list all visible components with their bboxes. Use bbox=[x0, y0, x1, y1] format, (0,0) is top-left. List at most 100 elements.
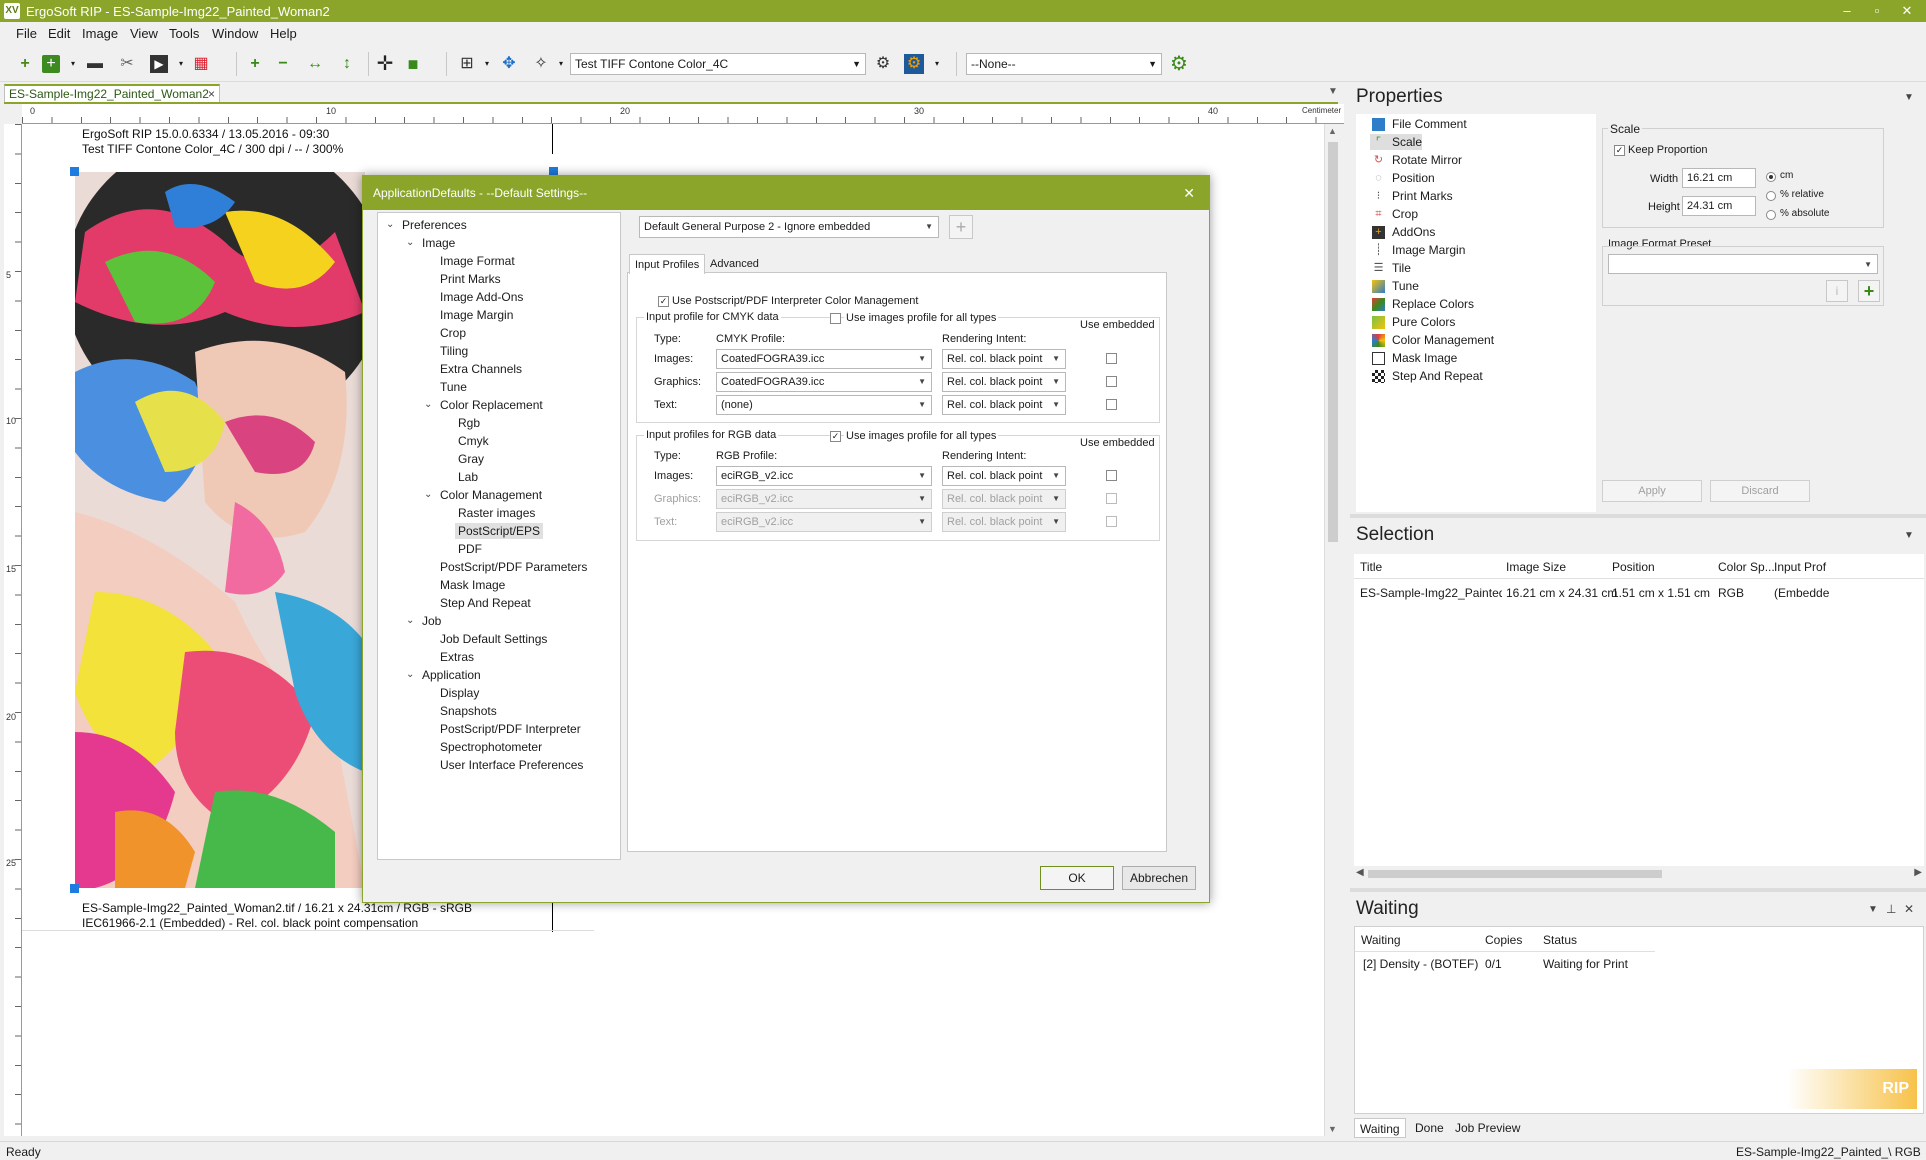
canvas-vertical-scrollbar[interactable]: ▲ ▼ bbox=[1324, 124, 1341, 1136]
minimize-button[interactable]: – bbox=[1834, 2, 1860, 20]
unit-relative-radio[interactable] bbox=[1766, 191, 1776, 201]
nesting-dropdown-icon[interactable]: ▾ bbox=[476, 53, 498, 75]
send-to-print-icon[interactable]: ▶ bbox=[150, 55, 168, 73]
tree-item-image-format[interactable]: Image Format bbox=[440, 253, 515, 269]
tree-item-postscript-eps[interactable]: PostScript/EPS bbox=[455, 523, 544, 539]
prop-crop[interactable]: ⌗ Crop bbox=[1370, 206, 1418, 222]
tree-item-job-default-settings[interactable]: Job Default Settings bbox=[440, 631, 547, 647]
tree-item-lab[interactable]: Lab bbox=[458, 469, 478, 485]
prop-file-comment[interactable]: File Comment bbox=[1370, 116, 1467, 132]
print-environment-select[interactable]: Test TIFF Contone Color_4C ▼ bbox=[570, 53, 866, 75]
maximize-button[interactable]: ▫ bbox=[1864, 2, 1890, 20]
prop-replace-colors[interactable]: Replace Colors bbox=[1370, 296, 1474, 312]
color-preset-select[interactable]: Default General Purpose 2 - Ignore embed… bbox=[639, 216, 939, 238]
prop-image-margin[interactable]: ┊ Image Margin bbox=[1370, 242, 1465, 258]
chevron-down-icon[interactable]: ▼ bbox=[1868, 904, 1878, 915]
prop-mask-image[interactable]: Mask Image bbox=[1370, 350, 1457, 366]
tree-item-crop[interactable]: Crop bbox=[440, 325, 466, 341]
app-logo-icon[interactable]: XV bbox=[4, 3, 20, 19]
tab-list-dropdown-icon[interactable]: ▼ bbox=[1328, 86, 1338, 97]
cmyk-images-embedded-checkbox[interactable] bbox=[1106, 353, 1117, 364]
prop-print-marks[interactable]: ⁝ Print Marks bbox=[1370, 188, 1453, 204]
puzzle-icon[interactable]: ✥ bbox=[498, 53, 520, 75]
tree-item-application[interactable]: ⌄ Application bbox=[406, 667, 481, 683]
scroll-down-icon[interactable]: ▼ bbox=[1328, 1124, 1337, 1134]
tree-item-postscript-pdf-interpreter[interactable]: PostScript/PDF Interpreter bbox=[440, 721, 581, 737]
rgb-graphics-intent-select[interactable]: Rel. col. black point ▼ bbox=[942, 489, 1066, 509]
scroll-right-icon[interactable]: ▶ bbox=[1914, 867, 1922, 878]
tree-item-extras[interactable]: Extras bbox=[440, 649, 474, 665]
wand-dropdown-icon[interactable]: ▾ bbox=[550, 53, 572, 75]
prop-rotate-mirror[interactable]: ↻ Rotate Mirror bbox=[1370, 152, 1462, 168]
dialog-close-button[interactable]: ✕ bbox=[1183, 176, 1195, 210]
prop-scale[interactable]: ⌜ Scale bbox=[1370, 134, 1423, 150]
config-dropdown-icon[interactable]: ▾ bbox=[926, 53, 948, 75]
tree-item-step-and-repeat[interactable]: Step And Repeat bbox=[440, 595, 531, 611]
arrange-icon[interactable]: ■ bbox=[402, 53, 424, 75]
prop-tile[interactable]: ☰ Tile bbox=[1370, 260, 1411, 276]
tree-item-mask-image[interactable]: Mask Image bbox=[440, 577, 505, 593]
cmyk-text-embedded-checkbox[interactable] bbox=[1106, 399, 1117, 410]
selection-horizontal-scrollbar[interactable]: ◀ ▶ bbox=[1354, 866, 1924, 882]
layout-icon[interactable]: ▦ bbox=[190, 53, 212, 75]
close-tab-icon[interactable]: × bbox=[208, 86, 215, 102]
collapse-icon[interactable]: ⌄ bbox=[424, 397, 432, 413]
tree-item-cmyk[interactable]: Cmyk bbox=[458, 433, 489, 449]
rgb-text-embedded-checkbox[interactable] bbox=[1106, 516, 1117, 527]
tree-item-gray[interactable]: Gray bbox=[458, 451, 484, 467]
add-image-icon[interactable]: + bbox=[42, 55, 60, 73]
tree-item-tune[interactable]: Tune bbox=[440, 379, 467, 395]
tree-item-pdf[interactable]: PDF bbox=[458, 541, 482, 557]
rgb-graphics-embedded-checkbox[interactable] bbox=[1106, 493, 1117, 504]
cmyk-images-intent-select[interactable]: Rel. col. black point ▼ bbox=[942, 349, 1066, 369]
tree-item-job[interactable]: ⌄ Job bbox=[406, 613, 441, 629]
menu-edit[interactable]: Edit bbox=[48, 26, 70, 41]
cmyk-graphics-intent-select[interactable]: Rel. col. black point ▼ bbox=[942, 372, 1066, 392]
prop-pure-colors[interactable]: Pure Colors bbox=[1370, 314, 1455, 330]
zoom-out-icon[interactable]: − bbox=[272, 53, 294, 75]
tab-input-profiles[interactable]: Input Profiles bbox=[629, 254, 706, 274]
tree-item-raster-images[interactable]: Raster images bbox=[458, 505, 535, 521]
tree-item-preferences[interactable]: ⌄ Preferences bbox=[386, 217, 467, 233]
scroll-thumb[interactable] bbox=[1328, 142, 1338, 542]
prop-tune[interactable]: Tune bbox=[1370, 278, 1419, 294]
pin-icon[interactable]: ⊥ bbox=[1886, 902, 1896, 916]
scroll-up-icon[interactable]: ▲ bbox=[1328, 126, 1337, 136]
col-color-space[interactable]: Color Sp... bbox=[1718, 560, 1775, 574]
tab-advanced[interactable]: Advanced bbox=[705, 254, 764, 274]
cmyk-text-profile-select[interactable]: (none) ▼ bbox=[716, 395, 932, 415]
rgb-use-images-all-checkbox[interactable]: ✓ bbox=[830, 431, 841, 442]
chevron-down-icon[interactable]: ▼ bbox=[1904, 92, 1914, 103]
add-preset-button[interactable]: + bbox=[949, 215, 973, 239]
add-format-preset-button[interactable]: + bbox=[1858, 280, 1880, 302]
table-row[interactable]: [2] Density - (BOTEF) 0/1 Waiting for Pr… bbox=[1355, 955, 1923, 975]
tab-waiting[interactable]: Waiting bbox=[1354, 1118, 1406, 1138]
config-icon[interactable]: ⚙ bbox=[904, 54, 924, 74]
tree-item-color-replacement[interactable]: ⌄ Color Replacement bbox=[424, 397, 543, 413]
cmyk-use-images-all-checkbox[interactable] bbox=[830, 313, 841, 324]
collapse-icon[interactable]: ⌄ bbox=[406, 235, 414, 251]
rgb-graphics-profile-select[interactable]: eciRGB_v2.icc ▼ bbox=[716, 489, 932, 509]
fit-height-icon[interactable]: ↕ bbox=[336, 53, 358, 75]
tools-icon[interactable]: ✂ bbox=[116, 53, 138, 75]
rgb-images-profile-select[interactable]: eciRGB_v2.icc ▼ bbox=[716, 466, 932, 486]
col-copies[interactable]: Copies bbox=[1485, 933, 1522, 947]
menu-help[interactable]: Help bbox=[270, 26, 297, 41]
col-input-profile[interactable]: Input Prof bbox=[1774, 560, 1826, 574]
collapse-icon[interactable]: ⌄ bbox=[406, 667, 414, 683]
menu-view[interactable]: View bbox=[130, 26, 158, 41]
fit-width-icon[interactable]: ↔ bbox=[304, 53, 326, 75]
cmyk-graphics-embedded-checkbox[interactable] bbox=[1106, 376, 1117, 387]
new-job-icon[interactable]: + bbox=[14, 53, 36, 75]
chevron-down-icon[interactable]: ▼ bbox=[1904, 530, 1914, 541]
document-tab[interactable]: ES-Sample-Img22_Painted_Woman2 × bbox=[4, 84, 220, 103]
collapse-icon[interactable]: ⌄ bbox=[424, 487, 432, 503]
tree-item-image[interactable]: ⌄ Image bbox=[406, 235, 455, 251]
tree-item-extra-channels[interactable]: Extra Channels bbox=[440, 361, 522, 377]
col-position[interactable]: Position bbox=[1612, 560, 1655, 574]
col-status[interactable]: Status bbox=[1543, 933, 1577, 947]
tab-job-preview[interactable]: Job Preview bbox=[1450, 1118, 1525, 1138]
tree-item-image-add-ons[interactable]: Image Add-Ons bbox=[440, 289, 523, 305]
tree-item-postscript-pdf-parameters[interactable]: PostScript/PDF Parameters bbox=[440, 559, 587, 575]
printer-icon[interactable]: ▬ bbox=[84, 53, 106, 75]
